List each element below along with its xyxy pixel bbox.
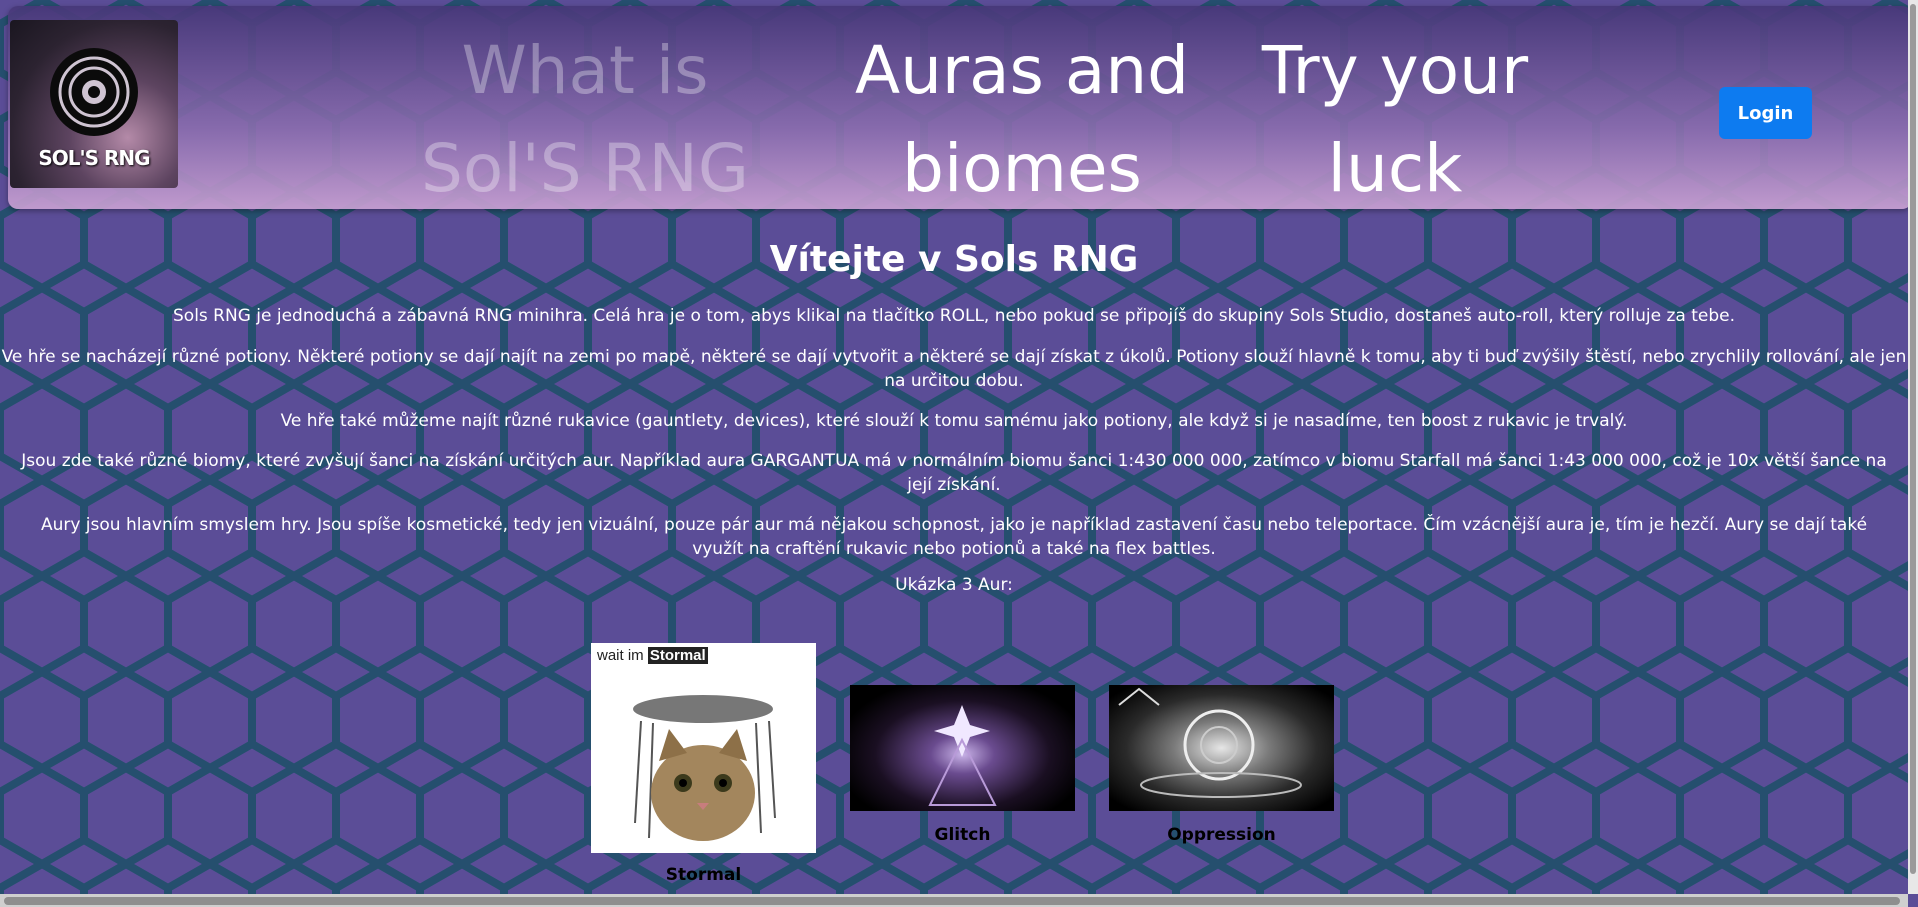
potions-paragraph: Ve hře se nacházejí různé potiony. Někte… [1, 347, 1907, 391]
swirl-logo-icon [50, 48, 138, 136]
aura-name-stormal: Stormal [665, 865, 742, 885]
main-content: Vítejte v Sols RNG Sols RNG je jednoduch… [0, 230, 1908, 597]
glitch-aura-icon [928, 705, 997, 806]
login-button[interactable]: Login [1719, 87, 1812, 139]
aura-examples-heading: Ukázka 3 Aur: [895, 575, 1013, 595]
gauntlets-paragraph: Ve hře také můžeme najít různé rukavice … [280, 411, 1628, 431]
aura-card-glitch: Glitch [850, 685, 1075, 855]
aura-name-oppression: Oppression [1167, 825, 1276, 845]
nav-what-is-sols-rng[interactable]: What is Sol'S RNG [390, 22, 780, 218]
oppression-aura-icon [1118, 687, 1302, 798]
glitch-image [850, 685, 1075, 811]
site-header: SOL'S RNG What is Sol'S RNG Auras and bi… [8, 6, 1912, 209]
oppression-image [1109, 685, 1334, 811]
nav-auras-and-biomes[interactable]: Auras and biomes [842, 22, 1202, 218]
horizontal-scrollbar-thumb[interactable] [4, 897, 1900, 905]
auras-paragraph: Aury jsou hlavním smyslem hry. Jsou spíš… [40, 515, 1868, 559]
logo-text: SOL'S RNG [38, 146, 150, 170]
cat-in-rain-icon [633, 695, 776, 841]
vertical-scrollbar[interactable] [1908, 0, 1918, 894]
stormal-image: wait im Stormal [591, 643, 816, 853]
aura-name-glitch: Glitch [934, 825, 991, 845]
logo[interactable]: SOL'S RNG [10, 20, 178, 188]
aura-card-stormal: wait im Stormal Stormal [591, 643, 816, 893]
horizontal-scrollbar[interactable] [0, 894, 1908, 907]
aura-card-oppression: Oppression [1109, 685, 1334, 855]
intro-paragraph: Sols RNG je jednoduchá a zábavná RNG min… [173, 306, 1735, 326]
page-title: Vítejte v Sols RNG [769, 239, 1139, 280]
nav-try-your-luck[interactable]: Try your luck [1230, 22, 1560, 218]
biomes-paragraph: Jsou zde také různé biomy, které zvyšují… [21, 451, 1887, 495]
vertical-scrollbar-thumb[interactable] [1910, 4, 1916, 874]
